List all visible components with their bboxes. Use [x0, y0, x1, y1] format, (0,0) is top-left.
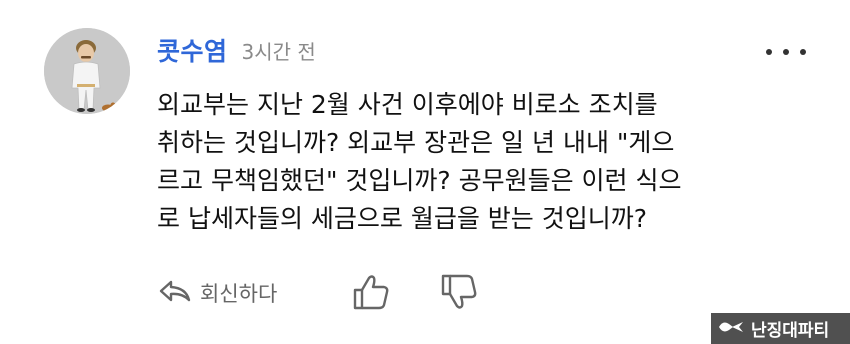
reply-arrow-icon [158, 278, 192, 309]
reply-button[interactable]: 회신하다 [158, 278, 277, 309]
watermark-logo-icon [717, 318, 745, 340]
avatar[interactable] [44, 28, 130, 114]
reply-label: 회신하다 [200, 282, 278, 306]
timestamp: 3시간 전 [241, 39, 316, 64]
more-options-button[interactable] [766, 42, 806, 62]
thumbs-up-icon [352, 272, 390, 316]
more-dot-icon [783, 49, 789, 55]
like-button[interactable] [352, 272, 390, 316]
more-dot-icon [800, 49, 806, 55]
comment-header: 콧수염 3시간 전 [157, 30, 316, 70]
avatar-image [44, 28, 130, 114]
dislike-button[interactable] [440, 272, 478, 316]
comment-line: 취하는 것입니까? 외교부 장관은 일 년 내내 "게으 [157, 128, 675, 157]
comment-actions: 회신하다 [158, 272, 277, 314]
comment-body: 외교부는 지난 2월 사건 이후에야 비로소 조치를 취하는 것입니까? 외교부… [157, 86, 797, 238]
comment-line: 르고 무책임했던" 것입니까? 공무원들은 이런 식으 [157, 166, 682, 195]
comment-line: 로 납세자들의 세금으로 월급을 받는 것입니까? [157, 204, 648, 233]
more-dot-icon [766, 49, 772, 55]
watermark-text: 난징대파티 [751, 321, 830, 341]
thumbs-down-icon [440, 272, 478, 316]
watermark: 난징대파티 [711, 313, 850, 344]
comment-line: 외교부는 지난 2월 사건 이후에야 비로소 조치를 [157, 90, 658, 119]
username[interactable]: 콧수염 [157, 32, 228, 68]
